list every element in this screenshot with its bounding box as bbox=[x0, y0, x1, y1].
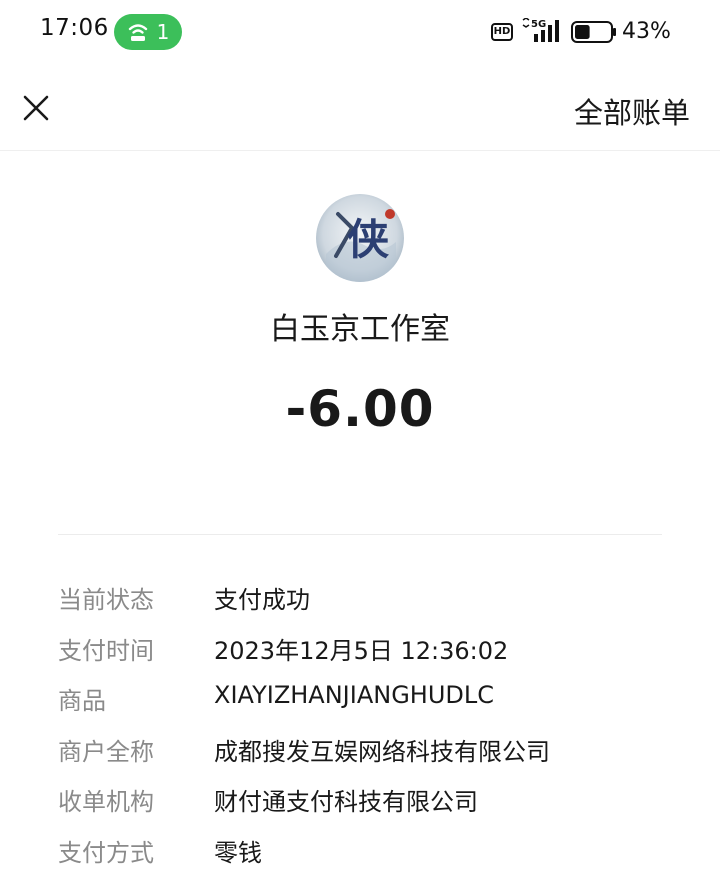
detail-label: 当前状态 bbox=[58, 586, 154, 614]
battery-icon bbox=[571, 21, 616, 43]
detail-label: 商品 bbox=[58, 687, 106, 715]
detail-value: 2023年12月5日 12:36:02 bbox=[214, 636, 509, 665]
detail-row-product: 商品 XIAYIZHANJIANGHUDLC bbox=[58, 675, 698, 726]
detail-value: 支付成功 bbox=[214, 586, 310, 614]
hotspot-indicator[interactable]: 1 bbox=[114, 14, 182, 50]
detail-label: 支付方式 bbox=[58, 838, 154, 867]
battery-percent: 43% bbox=[622, 19, 671, 44]
detail-label: 收单机构 bbox=[58, 788, 154, 816]
avatar-glyph: 侠 bbox=[347, 215, 390, 264]
hd-voice-icon: HD bbox=[491, 23, 513, 41]
merchant-avatar: 侠 bbox=[316, 194, 404, 282]
detail-value: 零钱 bbox=[214, 838, 262, 867]
game-logo-avatar: 侠 bbox=[316, 194, 404, 282]
detail-row-payment-time: 支付时间 2023年12月5日 12:36:02 bbox=[58, 625, 698, 676]
detail-value: XIAYIZHANJIANGHUDLC bbox=[214, 681, 495, 709]
detail-row-status: 当前状态 支付成功 bbox=[58, 574, 698, 625]
transaction-details: 当前状态 支付成功 支付时间 2023年12月5日 12:36:02 商品 XI… bbox=[58, 574, 698, 875]
status-time: 17:06 bbox=[40, 15, 109, 41]
signal-5g-icon: 5G bbox=[522, 18, 559, 42]
detail-row-acquirer: 收单机构 财付通支付科技有限公司 bbox=[58, 776, 698, 827]
close-icon[interactable] bbox=[18, 90, 54, 126]
transaction-detail-screen: 17:06 1 HD 5G 43% 全部账单 侠 白玉京工作室 -6.00 当前… bbox=[0, 0, 720, 875]
detail-label: 支付时间 bbox=[58, 636, 154, 665]
detail-label: 商户全称 bbox=[58, 737, 154, 766]
divider bbox=[58, 534, 662, 535]
detail-value: 成都搜发互娱网络科技有限公司 bbox=[214, 737, 550, 766]
merchant-name: 白玉京工作室 bbox=[270, 312, 450, 347]
hotspot-count: 1 bbox=[156, 20, 170, 44]
transaction-amount: -6.00 bbox=[285, 380, 435, 438]
all-bills-link[interactable]: 全部账单 bbox=[574, 90, 690, 132]
network-type-label: 5G bbox=[531, 19, 546, 30]
detail-value: 财付通支付科技有限公司 bbox=[214, 788, 478, 816]
battery-fill bbox=[575, 25, 590, 39]
nav-bar: 全部账单 bbox=[0, 66, 720, 151]
status-bar: 17:06 1 HD 5G 43% bbox=[0, 0, 720, 66]
detail-row-payment-method: 支付方式 零钱 bbox=[58, 827, 698, 875]
wifi-hotspot-icon bbox=[128, 24, 147, 41]
detail-row-merchant-full-name: 商户全称 成都搜发互娱网络科技有限公司 bbox=[58, 726, 698, 777]
